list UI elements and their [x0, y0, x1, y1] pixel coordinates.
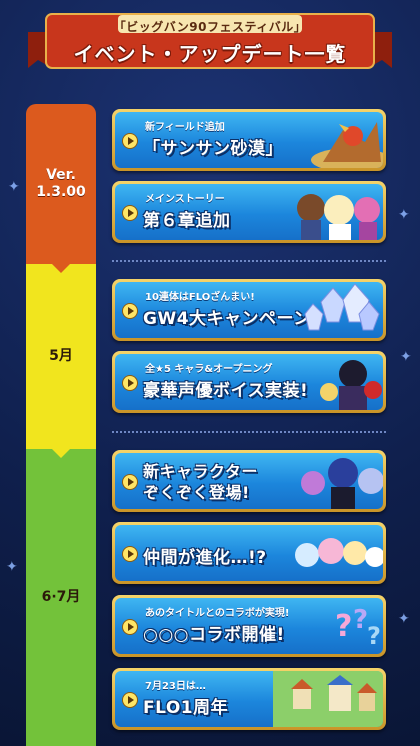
banner-subtitle: 「ビッグバン90フェスティバル」: [113, 20, 307, 34]
event-card-gw-campaign[interactable]: 10連体はFLOざんまい! GW4大キャンペーン: [112, 279, 386, 341]
card-subtitle: メインストーリー: [145, 194, 225, 205]
card-subtitle: あのタイトルとのコラボが実現!: [145, 608, 290, 619]
header-banner: 「ビッグバン90フェスティバル」 イベント・アップデート一覧: [28, 10, 392, 74]
question-marks-art: ? ? ?: [335, 605, 381, 650]
anniversary-town-art: [273, 671, 383, 727]
event-card-desert[interactable]: 新フィールド追加 「サンサン砂漠」: [112, 109, 386, 171]
timeline-arrow: [49, 261, 73, 273]
sparkle-icon: ✦: [398, 611, 410, 627]
voice-characters-art: [320, 360, 382, 410]
play-icon: [123, 547, 137, 561]
card-subtitle: 全★5 キャラ&オープニング: [145, 364, 273, 375]
event-card-anniversary[interactable]: 7月23日は… FLO1周年: [112, 668, 386, 730]
card-title: FLO1周年: [143, 698, 229, 718]
timeline-label: Ver. 1.3.00: [36, 167, 86, 200]
card-subtitle: 7月23日は…: [145, 681, 206, 692]
event-card-voice[interactable]: 全★5 キャラ&オープニング 豪華声優ボイス実装!: [112, 351, 386, 413]
play-icon: [123, 376, 137, 390]
event-card-evolve[interactable]: 仲間が進化…!?: [112, 522, 386, 584]
timeline-segment-may: 5月: [26, 264, 96, 449]
new-characters-art: [301, 458, 383, 509]
timeline-label: 6·7月: [41, 589, 81, 605]
sparkle-icon: ✦: [8, 179, 20, 195]
timeline-segment-version: Ver. 1.3.00: [26, 104, 96, 264]
divider: [112, 260, 386, 262]
story-characters-art: [297, 194, 380, 240]
play-icon: [123, 134, 137, 148]
play-icon: [123, 304, 137, 318]
play-icon: [123, 693, 137, 707]
event-card-new-characters[interactable]: 新キャラクター ぞくぞく登場!: [112, 450, 386, 512]
card-title: 「サンサン砂漠」: [143, 139, 283, 159]
divider: [112, 431, 386, 433]
play-icon: [123, 620, 137, 634]
card-subtitle: 10連体はFLOざんまい!: [145, 292, 255, 303]
play-icon: [123, 475, 137, 489]
timeline-bar: Ver. 1.3.00 5月 6·7月: [26, 104, 96, 746]
sparkle-icon: ✦: [398, 207, 410, 223]
svg-text:?: ?: [335, 609, 352, 644]
card-subtitle: 新フィールド追加: [145, 122, 225, 133]
event-card-story[interactable]: メインストーリー 第６章追加: [112, 181, 386, 243]
sparkle-icon: ✦: [400, 349, 412, 365]
svg-text:?: ?: [353, 605, 368, 635]
timeline-arrow: [49, 446, 73, 458]
event-card-collab[interactable]: あのタイトルとのコラボが実現! ○○○コラボ開催! ? ? ?: [112, 595, 386, 657]
sparkle-icon: ✦: [6, 559, 18, 575]
card-title: ○○○コラボ開催!: [143, 625, 285, 645]
card-title: 仲間が進化…!?: [143, 548, 267, 568]
evolve-characters-art: [295, 538, 383, 567]
timeline-label: 5月: [49, 348, 73, 364]
play-icon: [123, 206, 137, 220]
desert-monster-art: [311, 122, 383, 168]
card-title: 第６章追加: [143, 211, 231, 231]
crystals-art: [304, 283, 380, 331]
svg-text:?: ?: [367, 622, 381, 650]
page-title: イベント・アップデート一覧: [73, 42, 347, 66]
timeline-segment-june-july: 6·7月: [26, 449, 96, 746]
